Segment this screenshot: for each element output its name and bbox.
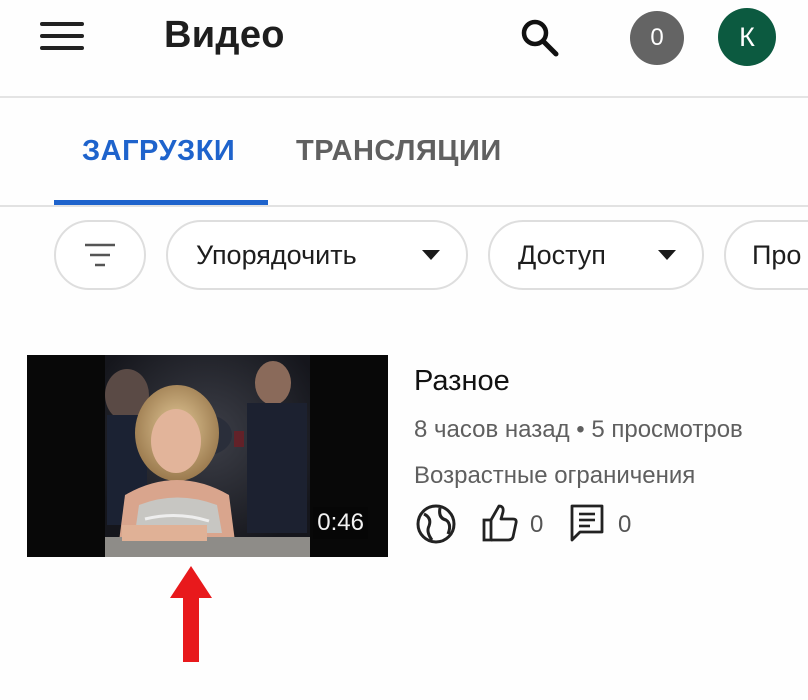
arrow-up-icon xyxy=(170,566,212,662)
thumbs-up-icon[interactable] xyxy=(480,502,520,549)
search-icon[interactable] xyxy=(518,16,562,60)
filter-icon xyxy=(85,243,115,267)
tab-broadcasts[interactable]: ТРАНСЛЯЦИИ xyxy=(296,135,502,168)
more-chip-label: Про xyxy=(752,239,802,270)
video-duration: 0:46 xyxy=(313,507,368,539)
video-title[interactable]: Разное xyxy=(414,365,510,398)
globe-icon[interactable] xyxy=(414,502,458,551)
access-chip-label: Доступ xyxy=(518,239,606,270)
age-restriction-label: Возрастные ограничения xyxy=(414,462,696,489)
video-meta: 8 часов назад • 5 просмотров xyxy=(414,416,743,443)
top-app-bar: Видео 0 К xyxy=(0,0,808,98)
comments-count: 0 xyxy=(618,511,632,538)
sort-chip-label: Упорядочить xyxy=(196,239,357,270)
video-thumbnail[interactable]: 0:46 xyxy=(27,355,388,557)
access-chip[interactable]: Доступ xyxy=(488,220,704,290)
video-stats: 0 0 xyxy=(414,502,714,546)
chevron-down-icon xyxy=(422,250,440,260)
filter-chip-row: Упорядочить Доступ Про xyxy=(0,220,808,296)
chevron-down-icon xyxy=(658,250,676,260)
tab-bar: ЗАГРУЗКИ ТРАНСЛЯЦИИ xyxy=(0,98,808,207)
menu-icon[interactable] xyxy=(40,22,86,50)
more-filter-chip[interactable]: Про xyxy=(724,220,808,290)
filter-button[interactable] xyxy=(54,220,146,290)
active-tab-indicator xyxy=(54,200,268,205)
video-list-item[interactable]: 0:46 Разное 8 часов назад • 5 просмотров… xyxy=(0,350,808,562)
avatar[interactable]: К xyxy=(718,8,776,66)
page-title: Видео xyxy=(164,14,285,56)
likes-count: 0 xyxy=(530,511,544,538)
sort-chip[interactable]: Упорядочить xyxy=(166,220,468,290)
comment-icon[interactable] xyxy=(568,502,608,549)
notification-badge[interactable]: 0 xyxy=(630,11,684,65)
tab-uploads[interactable]: ЗАГРУЗКИ xyxy=(82,135,235,168)
